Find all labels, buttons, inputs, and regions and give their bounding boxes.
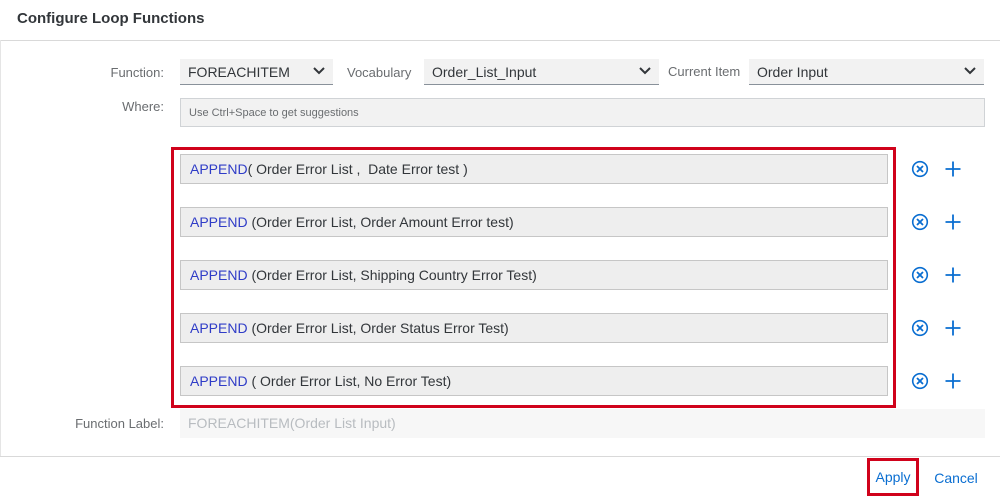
plus-icon[interactable] <box>944 160 962 178</box>
expression-field-3[interactable]: APPEND (Order Error List, Shipping Count… <box>180 260 888 290</box>
expression-args: ( Order Error List, No Error Test) <box>247 373 452 389</box>
expression-keyword: APPEND <box>190 320 248 336</box>
expression-args: (Order Error List, Shipping Country Erro… <box>247 267 537 283</box>
expression-args: ( Order Error List , Date Error test ) <box>247 161 468 177</box>
configure-loop-functions-dialog: Configure Loop Functions Function: FOREA… <box>0 0 1000 497</box>
vocabulary-label: Vocabulary <box>347 65 412 80</box>
plus-icon[interactable] <box>944 372 962 390</box>
remove-circle-icon[interactable] <box>911 160 929 178</box>
expression-keyword: APPEND <box>190 267 248 283</box>
chevron-down-icon <box>313 67 325 75</box>
where-label: Where: <box>122 99 164 114</box>
dialog-title: Configure Loop Functions <box>17 10 205 27</box>
remove-circle-icon[interactable] <box>911 266 929 284</box>
plus-icon[interactable] <box>944 213 962 231</box>
remove-circle-icon[interactable] <box>911 213 929 231</box>
function-label-input: FOREACHITEM(Order List Input) <box>180 409 985 438</box>
apply-button[interactable]: Apply <box>867 458 919 496</box>
expression-keyword: APPEND <box>190 161 248 177</box>
vocabulary-select[interactable]: Order_List_Input <box>424 59 659 85</box>
expression-keyword: APPEND <box>190 214 248 230</box>
dialog-footer <box>0 456 1000 498</box>
expression-field-4[interactable]: APPEND (Order Error List, Order Status E… <box>180 313 888 343</box>
chevron-down-icon <box>639 67 651 75</box>
current-item-select-value: Order Input <box>757 64 828 80</box>
expression-field-5[interactable]: APPEND ( Order Error List, No Error Test… <box>180 366 888 396</box>
plus-icon[interactable] <box>944 319 962 337</box>
function-select[interactable]: FOREACHITEM <box>180 59 333 85</box>
expression-args: (Order Error List, Order Status Error Te… <box>247 320 509 336</box>
left-divider <box>0 40 1 456</box>
expression-args: (Order Error List, Order Amount Error te… <box>247 214 514 230</box>
plus-icon[interactable] <box>944 266 962 284</box>
cancel-button[interactable]: Cancel <box>928 465 984 491</box>
expression-field-1[interactable]: APPEND( Order Error List , Date Error te… <box>180 154 888 184</box>
current-item-select[interactable]: Order Input <box>749 59 984 85</box>
chevron-down-icon <box>964 67 976 75</box>
function-label-label: Function Label: <box>75 416 164 431</box>
current-item-label: Current Item <box>668 64 741 79</box>
vocabulary-select-value: Order_List_Input <box>432 64 537 80</box>
dialog-header: Configure Loop Functions <box>0 0 1000 41</box>
expression-field-2[interactable]: APPEND (Order Error List, Order Amount E… <box>180 207 888 237</box>
function-select-value: FOREACHITEM <box>188 64 290 80</box>
remove-circle-icon[interactable] <box>911 372 929 390</box>
expression-keyword: APPEND <box>190 373 248 389</box>
where-input[interactable]: Use Ctrl+Space to get suggestions <box>180 98 985 127</box>
remove-circle-icon[interactable] <box>911 319 929 337</box>
function-label: Function: <box>110 65 164 80</box>
